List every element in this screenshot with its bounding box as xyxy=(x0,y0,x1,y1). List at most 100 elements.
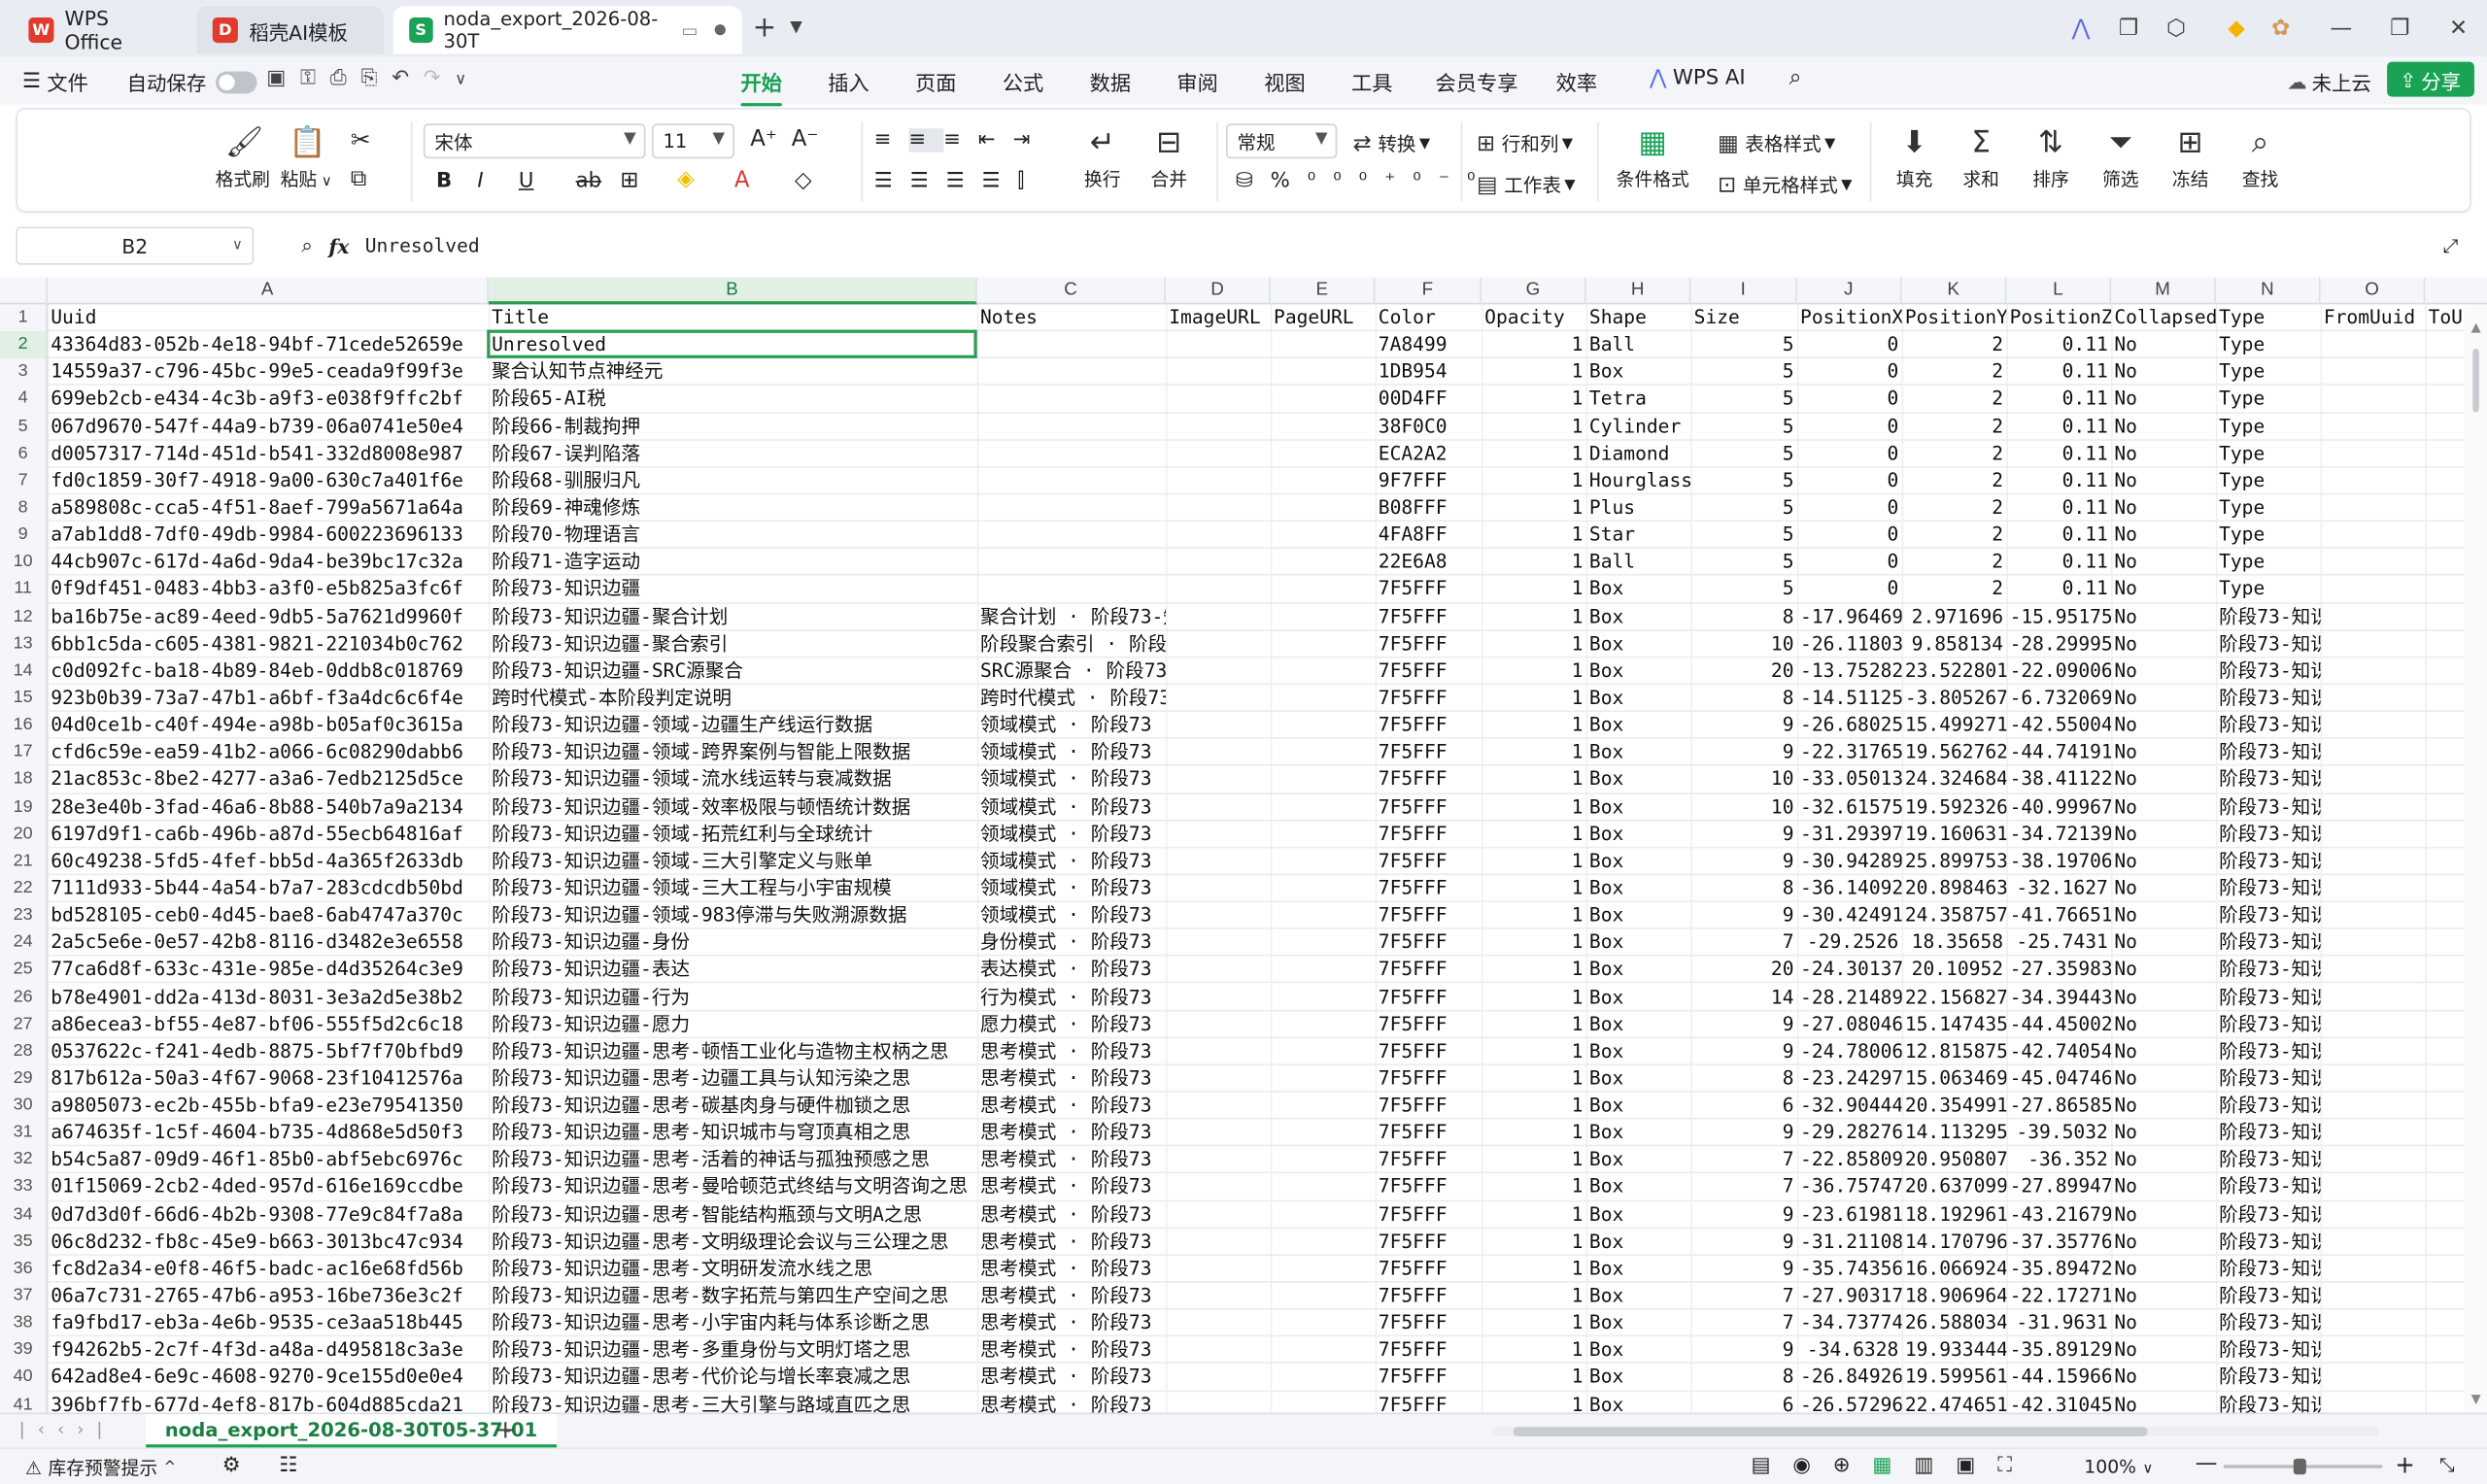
cell[interactable]: No xyxy=(2111,793,2216,821)
cell[interactable]: Box xyxy=(1586,1337,1691,1365)
cell[interactable]: 15.063469 xyxy=(1902,1065,2006,1093)
cell[interactable]: No xyxy=(2111,1093,2216,1120)
cell[interactable]: 19.562762 xyxy=(1902,739,2006,766)
cell[interactable]: 阶段73-知识边疆-领域-边疆生产线运行数据 xyxy=(489,712,977,739)
zoom-slider-thumb[interactable] xyxy=(2293,1458,2306,1475)
cell[interactable]: No xyxy=(2111,1120,2216,1147)
column-header[interactable]: M xyxy=(2111,277,2216,305)
cell[interactable]: 阶段65-AI税 xyxy=(489,386,977,413)
cell[interactable]: ba16b75e-ac89-4eed-9db5-5a7621d9960f xyxy=(48,603,489,630)
cell[interactable] xyxy=(1166,1038,1271,1065)
paste-button[interactable]: 📋 粘贴 ∨ xyxy=(278,125,335,192)
cell[interactable]: 1 xyxy=(1482,1174,1586,1201)
cell[interactable]: -34.73774 xyxy=(1797,1310,1901,1337)
table-style-button[interactable]: ▦ 表格样式 ▼ xyxy=(1718,130,1835,157)
cell[interactable]: Box xyxy=(1586,712,1691,739)
cell[interactable] xyxy=(1166,576,1271,603)
cell[interactable]: 16.066924 xyxy=(1902,1256,2006,1283)
cell[interactable]: -28.21489 xyxy=(1797,984,1901,1011)
cell[interactable]: Type xyxy=(2216,331,2321,358)
cell[interactable]: 1 xyxy=(1482,549,1586,576)
cell[interactable]: 12.815875 xyxy=(1902,1038,2006,1065)
zoom-in-icon[interactable]: + xyxy=(2395,1451,2415,1479)
number-format-select[interactable]: 常规 ▼ xyxy=(1226,123,1338,159)
cell[interactable]: 跨时代模式 · 阶段73 · 知识边疆 · 判 xyxy=(977,685,1166,712)
row-header[interactable]: 3 xyxy=(0,358,46,386)
scroll-thumb[interactable] xyxy=(2472,349,2479,413)
cell[interactable]: 9 xyxy=(1690,712,1796,739)
font-name-select[interactable]: 宋体 ▼ xyxy=(423,123,646,159)
cell[interactable]: 7F5FFF xyxy=(1376,1147,1482,1174)
cell[interactable] xyxy=(1271,549,1376,576)
column-header[interactable]: I xyxy=(1690,277,1797,305)
cell[interactable]: No xyxy=(2111,630,2216,658)
cell[interactable]: 阶段66-制裁拘押 xyxy=(489,413,977,440)
cell[interactable]: -27.89947 xyxy=(2006,1174,2111,1201)
cell[interactable]: -23.61981 xyxy=(1797,1201,1901,1229)
cell[interactable]: 7 xyxy=(1690,1283,1796,1310)
cell[interactable]: No xyxy=(2111,821,2216,848)
cell[interactable]: -34.6328 xyxy=(1797,1337,1902,1365)
cell[interactable]: 22.474651 xyxy=(1902,1392,2006,1412)
cell[interactable]: Box xyxy=(1586,1174,1691,1201)
reading-mode-icon[interactable]: ▤ xyxy=(1751,1454,1792,1477)
row-header[interactable]: 26 xyxy=(0,984,46,1011)
cell[interactable]: -44.15966 xyxy=(2006,1365,2111,1392)
cell[interactable]: 7F5FFF xyxy=(1376,1229,1482,1256)
row-header[interactable]: 1 xyxy=(0,304,46,331)
column-header[interactable]: G xyxy=(1482,277,1586,305)
cell[interactable]: No xyxy=(2111,440,2216,467)
menu-tab[interactable]: 会员专享 xyxy=(1436,67,1518,96)
cell[interactable]: 8 xyxy=(1690,685,1796,712)
cell[interactable]: 06a7c731-2765-47b6-a953-16be736e3c2f xyxy=(48,1283,489,1310)
horizontal-scroll-thumb[interactable] xyxy=(1513,1427,2148,1437)
cell[interactable]: 9 xyxy=(1690,1256,1796,1283)
cell[interactable]: 2 xyxy=(1902,576,2007,603)
cell[interactable]: 06c8d232-fb8c-45e9-b663-3013bc47c934 xyxy=(48,1229,489,1256)
cell[interactable]: 01f15069-2cb2-4ded-957d-616e169ccdbe xyxy=(48,1174,489,1201)
cell[interactable]: -27.86585 xyxy=(2006,1093,2111,1120)
cell[interactable] xyxy=(1271,1201,1376,1229)
cell[interactable]: c0d092fc-ba18-4b89-84eb-0ddb8c018769 xyxy=(48,658,489,685)
cell[interactable] xyxy=(977,549,1166,576)
cell[interactable] xyxy=(1166,358,1271,386)
cell[interactable]: -28.29995 xyxy=(2006,630,2111,658)
cell[interactable]: Unresolved xyxy=(489,331,977,358)
cell[interactable]: -38.41122 xyxy=(2006,766,2111,793)
cell[interactable]: 阶段73-知识边疆-思考-代价论与增长率衰减之思 xyxy=(489,1365,977,1392)
cell[interactable]: fa9fbd17-eb3a-4e6b-9535-ce3aa518b445 xyxy=(48,1310,489,1337)
cell[interactable]: No xyxy=(2111,929,2216,957)
cell[interactable]: No xyxy=(2111,957,2216,984)
cell[interactable] xyxy=(1271,929,1376,957)
cell[interactable]: 思考模式 · 阶段73 · 知识边疆 · 数字 xyxy=(977,1283,1166,1310)
cell[interactable] xyxy=(2321,630,2426,658)
lock-icon[interactable]: ⚿ xyxy=(300,67,330,90)
cell[interactable]: 阶段73-知识边疆-SRC源聚合 xyxy=(489,658,977,685)
justify-icon[interactable]: ☰ xyxy=(982,170,1018,193)
cell[interactable]: 阶段71-造字运动 xyxy=(489,549,977,576)
cell[interactable]: -26.68025 xyxy=(1797,712,1901,739)
cell[interactable]: -31.9631 xyxy=(2006,1310,2111,1337)
cell[interactable]: 思考模式 · 阶段73 · 知识边疆 · 代价 xyxy=(977,1365,1166,1392)
cell[interactable]: Box xyxy=(1586,576,1691,603)
cell[interactable]: 思考模式 · 阶段73 · 知识边疆 · 小宇 xyxy=(977,1310,1166,1337)
find-button[interactable]: ⌕ 查找 xyxy=(2231,125,2289,192)
cell[interactable]: Box xyxy=(1586,848,1691,875)
cell[interactable]: -41.76651 xyxy=(2006,902,2111,929)
cell[interactable]: 60c49238-5fd5-4fef-bb5d-4a365f2633db xyxy=(48,848,489,875)
row-header[interactable]: 33 xyxy=(0,1174,46,1201)
cell[interactable]: 2 xyxy=(1902,549,2007,576)
cell[interactable]: No xyxy=(2111,1310,2216,1337)
row-header[interactable]: 10 xyxy=(0,549,46,576)
cell[interactable]: 7F5FFF xyxy=(1376,1310,1482,1337)
cell[interactable]: 7F5FFF xyxy=(1376,793,1482,821)
column-header[interactable]: B xyxy=(488,277,977,305)
cell[interactable]: 5 xyxy=(1690,549,1796,576)
cell[interactable]: 领域模式 · 阶段73 · 知识边疆 · 跨界 xyxy=(977,739,1166,766)
underline-icon[interactable]: U xyxy=(519,170,534,193)
unsaved-dot-icon[interactable]: ● xyxy=(714,22,727,38)
cell[interactable]: 阶段73-知识边疆 xyxy=(2216,1093,2320,1120)
cell[interactable]: 5 xyxy=(1690,386,1796,413)
menu-tab[interactable]: 视图 xyxy=(1264,67,1305,96)
cell[interactable]: -32.1627 xyxy=(2006,875,2111,902)
